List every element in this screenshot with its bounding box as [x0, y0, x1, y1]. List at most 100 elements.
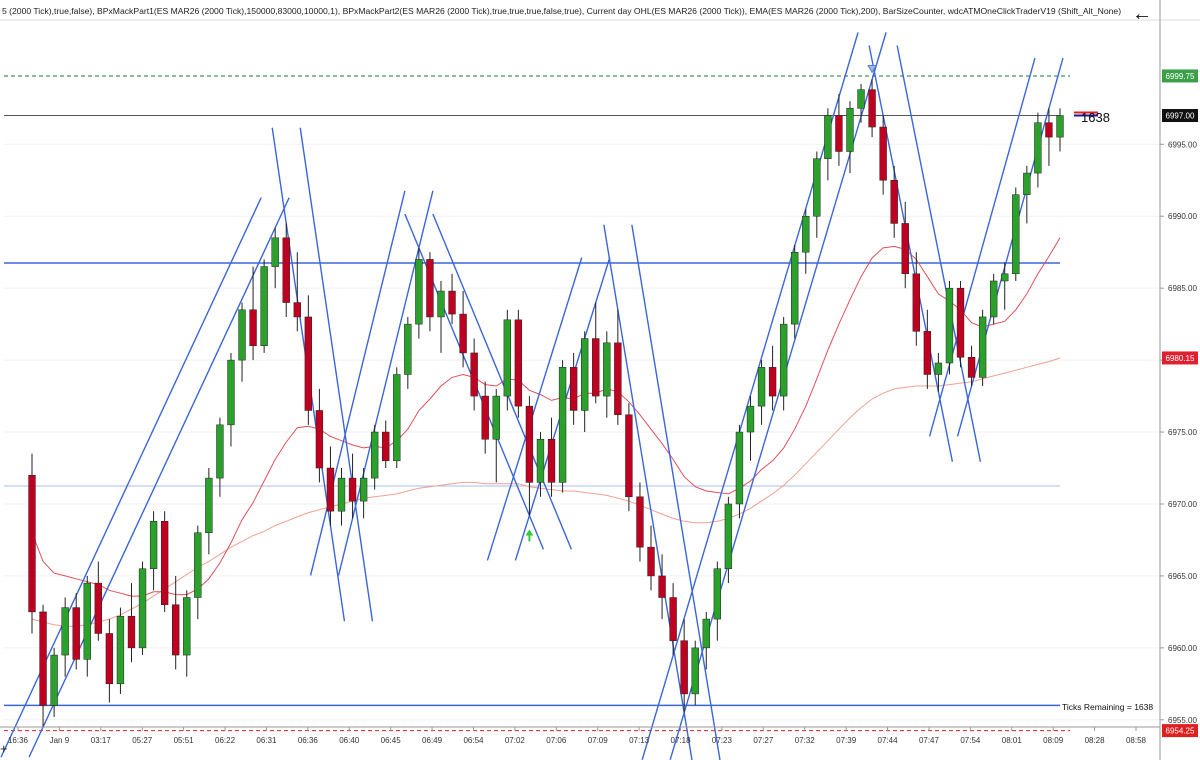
- down-candle: [94, 582, 102, 634]
- x-tick-label: 07:44: [878, 736, 899, 745]
- grid-lines: [0, 19, 1200, 721]
- bar-size-counter: 1638: [1081, 110, 1110, 125]
- plus-icon[interactable]: +: [0, 742, 8, 756]
- trend-line: [28, 197, 290, 758]
- down-candle: [28, 474, 36, 613]
- down-candle: [282, 237, 290, 303]
- up-candle: [1012, 194, 1020, 275]
- x-tick-label: 16:36: [8, 736, 29, 745]
- up-candle: [978, 316, 987, 378]
- up-candle: [1034, 122, 1042, 174]
- down-candle: [614, 342, 622, 416]
- ema-fast-line: [31, 237, 1061, 597]
- down-candle: [669, 597, 677, 641]
- up-candle: [702, 618, 710, 649]
- x-tick-label: 06:40: [339, 736, 360, 745]
- down-candle: [105, 633, 114, 685]
- up-candle: [746, 405, 755, 433]
- ticks-remaining-text: Ticks Remaining = 1638: [1062, 702, 1153, 712]
- down-candle: [658, 575, 666, 598]
- up-candle: [813, 158, 821, 217]
- time-axis: 16:36 Jan 9 03:17 05:27 05:51 06:22 06:31 06:36…: [0, 726, 1160, 745]
- x-tick-label: 06:36: [298, 736, 319, 745]
- trend-line: [669, 32, 887, 760]
- down-candle: [912, 273, 920, 332]
- up-candle: [216, 424, 224, 479]
- up-candle: [846, 108, 854, 152]
- up-candle: [393, 374, 401, 462]
- up-candle: [492, 395, 500, 440]
- down-candle: [426, 259, 434, 318]
- down-candle: [956, 287, 965, 358]
- y-tick-label: 6995.00: [1168, 140, 1197, 149]
- down-candle: [448, 290, 456, 315]
- down-candle: [72, 607, 80, 660]
- down-candle: [326, 467, 335, 512]
- trend-channels: [0, 32, 1064, 760]
- down-candle: [172, 604, 180, 656]
- chart-container[interactable]: 5 (2000 Tick),true,false), BPxMackPart1(…: [0, 0, 1200, 760]
- down-candle: [569, 367, 578, 411]
- up-candle: [945, 287, 954, 364]
- down-candle: [514, 319, 523, 407]
- x-tick-label: 05:51: [174, 736, 195, 745]
- down-candle: [481, 395, 489, 440]
- up-candle: [50, 654, 58, 706]
- up-candle: [61, 607, 69, 656]
- down-candle: [647, 546, 655, 577]
- x-tick-label: 06:54: [463, 736, 484, 745]
- up-candle: [370, 431, 379, 479]
- up-candle: [536, 438, 545, 483]
- buy-signal-arrow-icon: [525, 529, 534, 542]
- x-tick-label: Jan 9: [50, 736, 70, 745]
- y-tick-label: 6975.00: [1168, 428, 1197, 437]
- x-tick-label: 06:31: [256, 736, 277, 745]
- x-tick-label: 07:02: [505, 736, 526, 745]
- down-candle: [868, 89, 876, 128]
- channel-line: [432, 213, 573, 550]
- up-candle: [824, 115, 832, 159]
- y-tick-label: 6965.00: [1168, 572, 1197, 581]
- up-candle: [205, 477, 213, 534]
- down-candle: [293, 302, 301, 318]
- up-candle: [857, 89, 865, 109]
- trend-line: [956, 57, 1064, 437]
- x-tick-label: 06:49: [422, 736, 443, 745]
- y-tick-label: 6955.00: [1168, 716, 1197, 725]
- up-candle: [437, 290, 445, 318]
- x-tick-label: 08:09: [1043, 736, 1064, 745]
- up-candle: [83, 582, 91, 660]
- up-candle: [149, 521, 158, 569]
- down-candle: [625, 414, 633, 498]
- up-candle: [337, 477, 346, 512]
- down-candle: [967, 356, 976, 378]
- up-candle: [183, 597, 191, 656]
- up-candle: [1023, 172, 1031, 195]
- up-candle: [581, 338, 589, 411]
- up-candle: [558, 367, 567, 483]
- price-label-text: 6954.25: [1166, 727, 1195, 736]
- price-label-text: 6997.00: [1166, 112, 1195, 121]
- up-candle: [1001, 273, 1009, 282]
- x-tick-label: 07:18: [671, 736, 692, 745]
- down-candle: [160, 521, 169, 605]
- x-tick-label: 07:47: [919, 736, 940, 745]
- x-tick-label: 08:58: [1126, 736, 1147, 745]
- y-tick-label: 6970.00: [1168, 500, 1197, 509]
- ema-200-line: [31, 357, 1061, 627]
- up-candle: [757, 367, 766, 407]
- price-chart[interactable]: 6955.00 6960.00 6965.00 6970.00 6975.00 6980.…: [0, 0, 1200, 760]
- down-candle: [470, 352, 478, 397]
- up-candle: [404, 323, 412, 375]
- down-candle: [890, 180, 898, 224]
- x-tick-label: 07:39: [836, 736, 857, 745]
- up-candle: [238, 309, 246, 361]
- up-candle: [934, 362, 943, 375]
- x-tick-label: 05:27: [132, 736, 153, 745]
- down-candle: [315, 410, 324, 469]
- up-candle: [791, 251, 799, 325]
- up-candle: [415, 259, 423, 325]
- x-tick-label: 07:32: [795, 736, 816, 745]
- x-tick-label: 07:27: [753, 736, 774, 745]
- price-labels: 6999.75 6997.00 6980.15 6954.25: [1074, 69, 1198, 738]
